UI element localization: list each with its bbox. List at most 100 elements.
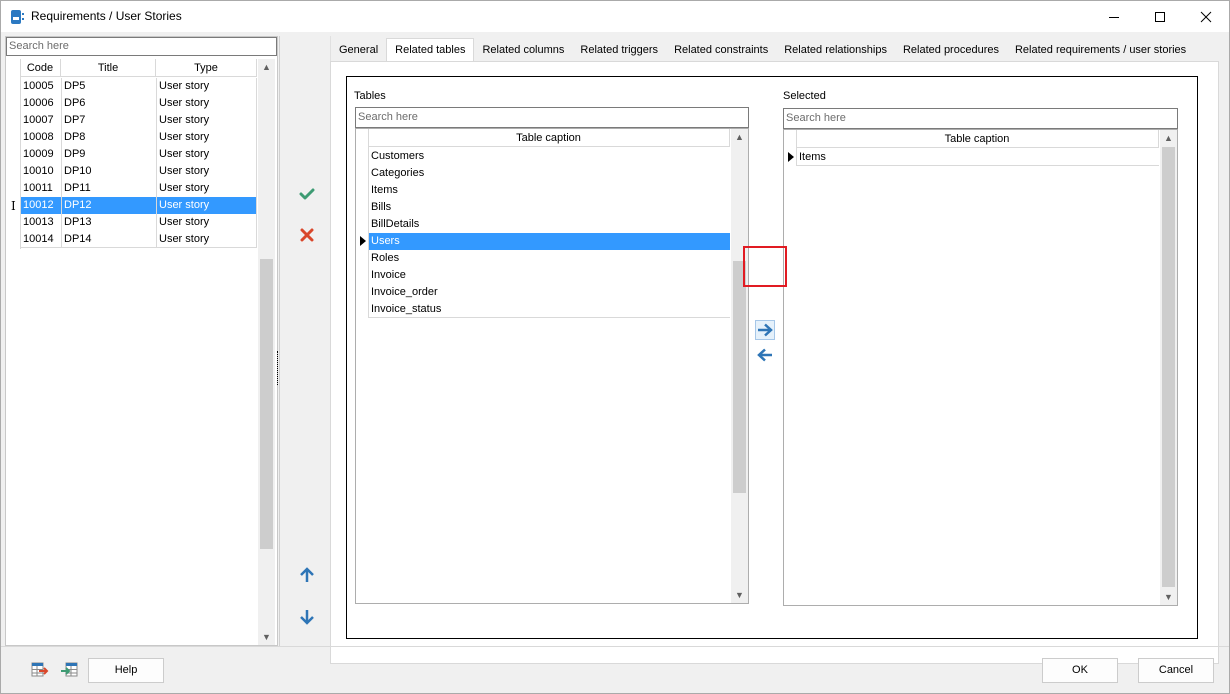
user-story-row[interactable]: 10005 DP5 User story [21,78,257,95]
cell-type: User story [157,163,257,180]
tables-scrollbar[interactable]: ▲ ▼ [731,129,748,603]
user-story-row[interactable]: 10008 DP8 User story [21,129,257,146]
selected-list-header: Table caption [796,130,1159,148]
move-down-button[interactable] [297,607,317,627]
cell-table-caption: Roles [371,252,400,264]
table-row[interactable]: Categories [369,165,730,182]
table-row[interactable]: Customers [369,148,730,165]
scrollbar-thumb[interactable] [733,261,746,493]
tab-related-tables[interactable]: Related tables [386,38,475,61]
checkmark-icon [299,188,315,200]
arrow-left-icon [757,348,772,362]
cell-code: 10014 [21,231,62,248]
user-story-row[interactable]: 10009 DP9 User story [21,146,257,163]
text-cursor-icon: I [11,199,16,213]
user-stories-scrollbar[interactable]: ▲ ▼ [258,59,275,645]
minimize-icon [1109,16,1119,18]
user-story-row[interactable]: 10006 DP6 User story [21,95,257,112]
selected-search-input[interactable]: Search here [783,108,1178,129]
table-row[interactable]: Items [369,182,730,199]
ok-button[interactable]: OK [1042,658,1118,683]
close-button[interactable] [1183,1,1229,32]
maximize-button[interactable] [1137,1,1183,32]
cancel-button[interactable]: Cancel [1138,658,1214,683]
user-story-row[interactable]: 10010 DP10 User story [21,163,257,180]
column-header-code[interactable]: Code [20,59,61,76]
selected-scrollbar[interactable]: ▲ ▼ [1160,130,1177,605]
move-up-button[interactable] [297,565,317,585]
cell-table-caption: Bills [371,201,392,213]
tab-strip: General Related tables Related columns Rela… [331,38,1194,61]
cell-type: User story [157,197,257,214]
cell-title: DP10 [62,163,157,180]
scroll-down-icon[interactable]: ▼ [1160,589,1177,605]
scroll-down-icon[interactable]: ▼ [731,587,748,603]
arrow-right-icon [758,323,773,337]
cell-table-caption: Invoice [371,269,406,281]
help-button[interactable]: Help [88,658,164,683]
table-row[interactable]: Invoice_status [369,301,730,318]
discard-button[interactable] [297,225,317,245]
remove-selected-button[interactable] [755,345,775,365]
user-stories-search-input[interactable]: Search here [6,37,277,56]
tab-related-constraints[interactable]: Related constraints [666,40,776,61]
scrollbar-thumb[interactable] [1162,147,1175,587]
highlight-annotation [743,246,787,287]
requirements-dialog: Requirements / User Stories Search here … [0,0,1230,694]
related-tables-group: Tables Search here Table caption Custome… [346,76,1198,639]
user-story-row[interactable]: 10012 DP12 User story [21,197,257,214]
export-button[interactable] [30,660,50,680]
current-row-indicator [788,152,794,162]
tab-page-related-tables: Tables Search here Table caption Custome… [330,61,1219,664]
table-export-icon [31,662,49,677]
table-row[interactable]: Invoice_order [369,284,730,301]
tab-related-relationships[interactable]: Related relationships [776,40,895,61]
user-story-row[interactable]: 10007 DP7 User story [21,112,257,129]
cell-code: 10009 [21,146,62,163]
cell-code: 10008 [21,129,62,146]
cell-title: DP11 [62,180,157,197]
cell-table-caption: Customers [371,150,425,162]
tab-related-columns[interactable]: Related columns [474,40,572,61]
user-story-row[interactable]: 10013 DP13 User story [21,214,257,231]
user-story-row[interactable]: 10011 DP11 User story [21,180,257,197]
column-header-table-caption[interactable]: Table caption [796,130,1159,147]
selected-table-row[interactable]: Items [797,149,1159,166]
tables-rows: Customers Categories Items Bills BillDetails… [369,148,730,318]
column-header-title[interactable]: Title [61,59,156,76]
selected-rows: Items [797,149,1159,166]
import-button[interactable] [59,660,79,680]
table-row[interactable]: Users [369,233,730,250]
table-row[interactable]: Roles [369,250,730,267]
tables-bottom-border [368,317,730,318]
cell-table-caption: BillDetails [371,218,420,230]
tab-related-procedures[interactable]: Related procedures [895,40,1007,61]
scroll-up-icon[interactable]: ▲ [258,59,275,75]
cell-code: 10006 [21,95,62,112]
tab-related-requirements-user-stories[interactable]: Related requirements / user stories [1007,40,1194,61]
arrow-down-icon [300,610,314,625]
tab-related-triggers[interactable]: Related triggers [572,40,666,61]
column-header-type[interactable]: Type [156,59,257,76]
dialog-body: Search here Code Title Type 10005 DP5 User… [1,32,1229,693]
cell-table-caption: Items [371,184,398,196]
maximize-icon [1155,11,1165,22]
cell-title: DP7 [62,112,157,129]
scroll-down-icon[interactable]: ▼ [258,629,275,645]
grid-bottom-border [20,247,257,248]
tab-general[interactable]: General [331,40,386,61]
user-story-row[interactable]: 10014 DP14 User story [21,231,257,248]
scroll-up-icon[interactable]: ▲ [731,129,748,145]
table-row[interactable]: BillDetails [369,216,730,233]
confirm-button[interactable] [297,184,317,204]
cell-table-caption: Invoice_status [371,303,442,315]
table-row[interactable]: Bills [369,199,730,216]
table-row[interactable]: Invoice [369,267,730,284]
cell-type: User story [157,214,257,231]
tables-search-input[interactable]: Search here [355,107,749,128]
add-selected-button[interactable] [755,320,775,340]
minimize-button[interactable] [1091,1,1137,32]
scroll-up-icon[interactable]: ▲ [1160,130,1177,146]
column-header-table-caption[interactable]: Table caption [368,129,730,146]
scrollbar-thumb[interactable] [260,259,273,549]
